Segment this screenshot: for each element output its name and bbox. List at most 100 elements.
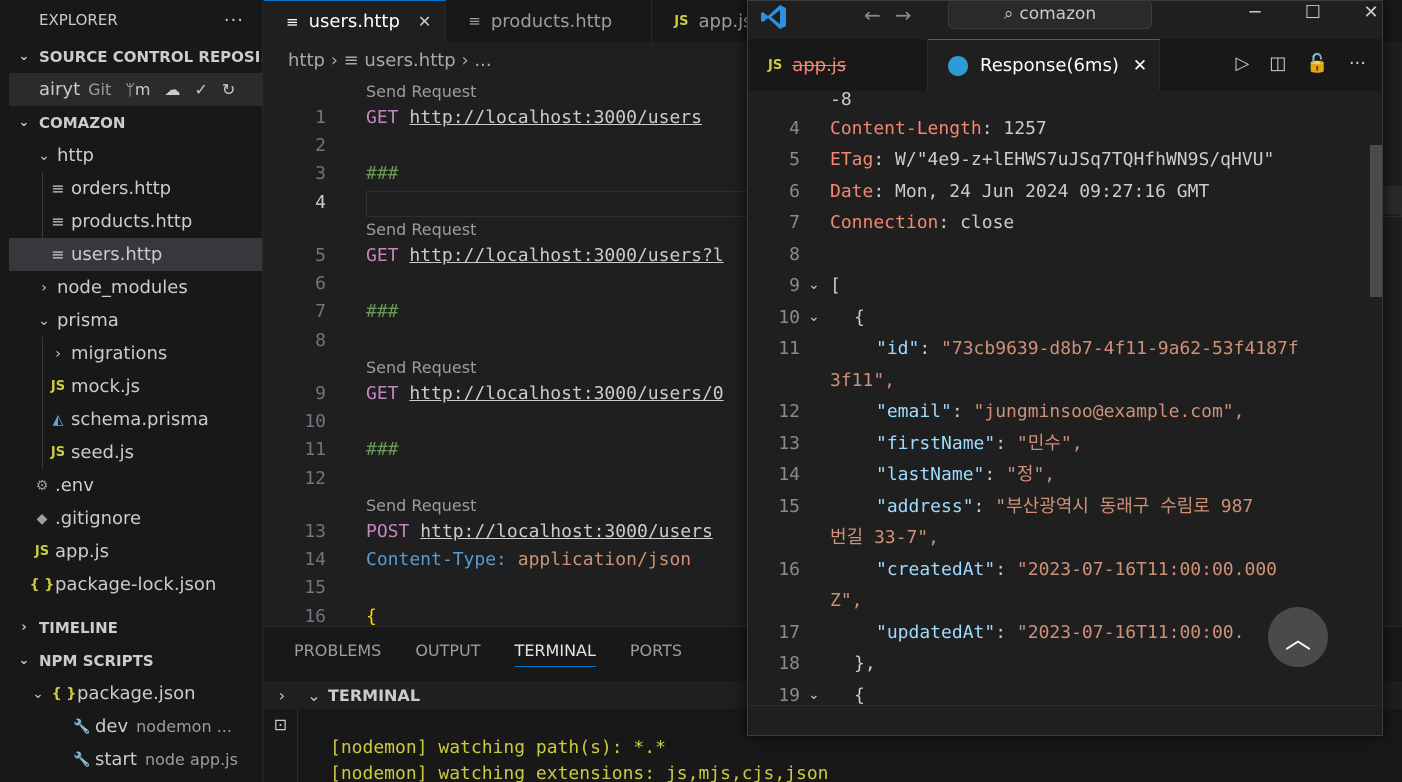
terminal-list-icon[interactable]: ⊡ [264, 709, 298, 782]
vertical-scrollbar[interactable] [1368, 91, 1382, 705]
tree-item-http[interactable]: ⌄ http [9, 139, 262, 172]
tree-item-migrations[interactable]: › migrations [9, 337, 262, 370]
project-section[interactable]: ⌄ COMAZON [9, 106, 262, 139]
send-request-lens[interactable]: Send Request [366, 357, 476, 379]
split-editor-icon[interactable]: ◫ [1269, 53, 1286, 74]
forward-arrow-icon[interactable]: → [895, 3, 926, 27]
scroll-to-top-button[interactable]: ︿ [1268, 607, 1328, 667]
tree-item-prisma[interactable]: ⌄ prisma [9, 304, 262, 337]
response-line: 7 Connection: close [748, 207, 1368, 238]
tab-products-http[interactable]: ≡ products.http [446, 0, 653, 42]
branch-icon[interactable]: ᛘm [125, 80, 150, 99]
tree-item-products-http[interactable]: ≡ products.http [9, 205, 262, 238]
response-line: -8 [748, 91, 1368, 115]
header-name: Content-Length [830, 118, 982, 139]
chevron-down-icon[interactable]: ⌄ [300, 686, 328, 705]
command-center-search[interactable]: ⌕ comazon [948, 1, 1152, 29]
chevron-right-icon: › [55, 345, 61, 362]
git-icon: ◆ [36, 510, 48, 527]
chevron-right-icon: › [21, 620, 27, 635]
breadcrumb-more[interactable]: ... [474, 50, 491, 71]
response-line: 15 "address": "부산광역시 동래구 수림로 987 [748, 491, 1368, 522]
npm-script-start[interactable]: 🔧 start node app.js [9, 743, 262, 776]
cloud-sync-icon[interactable]: ☁ [164, 80, 180, 99]
tree-item-schema-prisma[interactable]: ◭ schema.prisma [9, 403, 262, 436]
tab-label: app.js [698, 10, 753, 32]
close-icon[interactable]: ✕ [418, 12, 431, 31]
explorer-header: EXPLORER ··· [9, 0, 262, 40]
tab-ports[interactable]: PORTS [630, 641, 682, 667]
header-key: Content-Type: [366, 549, 507, 570]
npm-scripts-section[interactable]: ⌄ NPM SCRIPTS [9, 644, 262, 677]
request-url[interactable]: http://localhost:3000/users [420, 521, 713, 542]
tab-app-js[interactable]: JS app.js [748, 39, 928, 91]
tree-item-seed-js[interactable]: JS seed.js [9, 436, 262, 469]
request-url[interactable]: http://localhost:3000/users/0 [409, 383, 723, 404]
npm-script-dev[interactable]: 🔧 dev nodemon ... [9, 710, 262, 743]
tab-problems[interactable]: PROBLEMS [294, 641, 381, 667]
request-url[interactable]: http://localhost:3000/users [409, 107, 702, 128]
line-number: 7 [315, 301, 326, 322]
json-value: "부산광역시 동래구 수림로 987 [995, 496, 1254, 517]
tree-item-package-lock[interactable]: { } package-lock.json [9, 568, 262, 601]
fold-chevron-icon[interactable]: ⌄ [808, 302, 820, 333]
fold-chevron-icon[interactable]: ⌄ [808, 270, 820, 301]
send-request-lens[interactable]: Send Request [366, 495, 476, 517]
tab-users-http[interactable]: ≡ users.http ✕ [264, 0, 447, 42]
script-command: nodemon ... [136, 717, 232, 736]
tree-item-env[interactable]: ⚙ .env [9, 469, 262, 502]
tree-item-users-http[interactable]: ≡ users.http [9, 238, 262, 271]
scrollbar-thumb[interactable] [1370, 145, 1382, 297]
tree-item-orders-http[interactable]: ≡ orders.http [9, 172, 262, 205]
more-actions-icon[interactable]: ··· [224, 10, 244, 31]
request-url[interactable]: http://localhost:3000/users?l [409, 245, 723, 266]
close-window-icon[interactable]: ✕ [1342, 1, 1382, 25]
response-line: 10 ⌄ { [748, 302, 1368, 333]
tab-terminal[interactable]: TERMINAL [514, 641, 596, 667]
run-icon[interactable]: ▷ [1236, 53, 1250, 74]
terminal-title: TERMINAL [328, 685, 421, 705]
response-line: 11 "id": "73cb9639-d8b7-4f11-9a62-53f418… [748, 333, 1368, 364]
tab-output[interactable]: OUTPUT [415, 641, 480, 667]
more-actions-icon[interactable]: ··· [1349, 53, 1366, 74]
response-line: 19 ⌄ { [748, 680, 1368, 705]
send-request-lens[interactable]: Send Request [366, 219, 476, 241]
line-number: 13 [778, 433, 800, 454]
tree-item-gitignore[interactable]: ◆ .gitignore [9, 502, 262, 535]
tree-item-mock-js[interactable]: JS mock.js [9, 370, 262, 403]
line-number: 15 [778, 496, 800, 517]
lock-icon[interactable]: 🔓 [1306, 53, 1328, 74]
maximize-icon[interactable]: ☐ [1284, 1, 1342, 25]
response-viewer[interactable]: -8 4 Content-Length: 1257 5 ETag: W/"4e9… [748, 91, 1368, 705]
json-key: "updatedAt" [876, 622, 996, 643]
chevron-down-icon: ⌄ [38, 312, 50, 329]
breadcrumb-file[interactable]: users.http [364, 50, 455, 71]
window-bottom-bar [748, 705, 1382, 735]
section-label: SOURCE CONTROL REPOSI... [39, 47, 262, 66]
tree-label: package-lock.json [55, 574, 217, 595]
minimize-icon[interactable]: ─ [1226, 1, 1284, 25]
line-number: 11 [304, 439, 326, 460]
chevron-right-icon[interactable]: › [264, 686, 300, 705]
scm-repo-row[interactable]: airyt Git ᛘm ☁ ✓ ↻ [9, 73, 262, 106]
commit-check-icon[interactable]: ✓ [194, 80, 207, 99]
npm-package-json[interactable]: ⌄ { } package.json [9, 677, 262, 710]
timeline-section[interactable]: › TIMELINE [9, 611, 262, 644]
breadcrumb-folder[interactable]: http [288, 50, 325, 71]
back-arrow-icon[interactable]: ← [864, 3, 895, 27]
send-request-lens[interactable]: Send Request [366, 81, 476, 103]
tree-item-node-modules[interactable]: › node_modules [9, 271, 262, 304]
close-icon[interactable]: ✕ [1133, 56, 1147, 76]
tree-item-app-js[interactable]: JS app.js [9, 535, 262, 568]
refresh-icon[interactable]: ↻ [222, 80, 235, 99]
source-control-section[interactable]: ⌄ SOURCE CONTROL REPOSI... [9, 40, 262, 73]
nav-arrows[interactable]: ←→ [864, 3, 926, 27]
header-name: Connection [830, 212, 939, 233]
tab-response[interactable]: Response(6ms) ✕ [928, 39, 1161, 91]
fold-chevron-icon[interactable]: ⌄ [808, 680, 820, 705]
section-label: TIMELINE [39, 618, 118, 637]
editor-actions: ▷ ◫ 🔓 ··· [1236, 53, 1366, 74]
line-number: 17 [778, 622, 800, 643]
window-titlebar: ←→ ⌕ comazon ─ ☐ ✕ [748, 1, 1382, 37]
json-value-wrap: Z", [830, 590, 863, 611]
